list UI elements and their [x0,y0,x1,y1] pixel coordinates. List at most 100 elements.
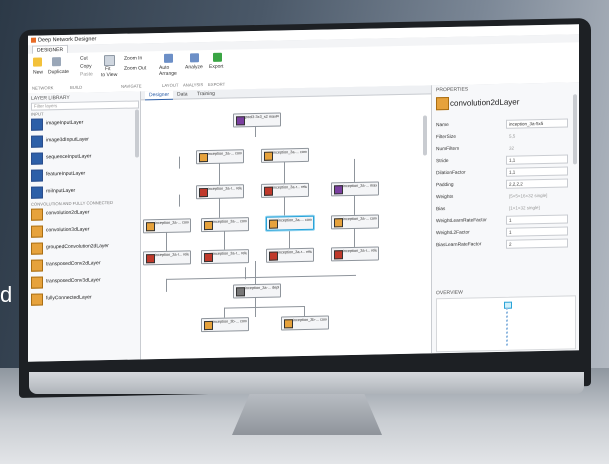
fit-icon[interactable] [104,54,115,67]
layer-item-input-2[interactable]: sequenceInputLayer [31,150,129,165]
conv-layer-icon [436,96,449,111]
duplicate-button[interactable]: Duplicate [48,69,69,75]
monitor-stand [232,393,382,435]
layer-node-icon [236,287,245,297]
property-key: WeightLearnRateFactor [436,218,487,225]
layer-item-label: convolution2dLayer [46,209,90,217]
property-value-field[interactable]: 1 [506,226,568,237]
graph-node-rl1[interactable]: inception_3a-r... reluLayer [143,250,191,266]
layer-node-icon [236,116,245,126]
graph-node-r1[interactable]: inception_3a-r... reluLayer [196,184,244,200]
graph-node-i1[interactable]: inception_3a-... convolution2D... [196,149,244,165]
group-label-analysis: ANALYSIS [183,82,204,88]
property-row: Padding 2,2,2,2 [436,178,568,190]
layer-item-input-4[interactable]: roiInputLayer [31,184,129,199]
property-key: Stride [436,158,449,165]
layer-item-label: featureInputLayer [46,170,86,178]
graph-node-label: inception_3b-... convolution2D... [293,317,327,323]
property-value-field[interactable]: 1,1 [506,154,568,165]
graph-node-i2[interactable]: inception_3a-... convolution2D... [261,147,309,163]
graph-node-label: inception_3a-r... reluLayer [273,184,307,190]
paste-button[interactable]: Paste [80,71,93,77]
graph-edge [219,196,220,218]
graph-node-label: pool3-3x3_s2 maxPooling2D... [245,114,279,120]
export-button[interactable]: Export [209,64,223,70]
layer-library-scrollbar[interactable] [135,109,139,158]
graph-edge [179,156,180,169]
graph-node-b2[interactable]: inception_3b-... convolution2D... [281,315,329,331]
tab-training[interactable]: Training [193,90,219,99]
graph-node-pool[interactable]: pool3-3x3_s2 maxPooling2D... [233,112,281,128]
copy-button[interactable]: Copy [80,63,92,69]
property-value-field[interactable]: inception_3a-5x5 [506,118,568,129]
layer-item-conv-1[interactable]: convolution3dLayer [31,223,129,238]
auto-arrange-button[interactable]: Auto Arrange [159,65,181,77]
graph-node-i3[interactable]: inception_3a-... maxPooling2D... [331,181,379,197]
property-value-field[interactable]: 2,2,2,2 [506,178,568,189]
layer-item-conv-4[interactable]: transposedConv3dLayer [31,274,129,289]
graph-node-r2[interactable]: inception_3a-r... reluLayer [261,182,309,198]
group-label-build: BUILD [70,84,83,90]
layer-item-label: transposedConv2dLayer [46,260,101,268]
graph-node-b1[interactable]: inception_3b-... convolution2D... [201,317,249,333]
layer-icon [31,169,43,182]
zoom-in-button[interactable]: Zoom In [124,55,142,61]
layer-item-input-0[interactable]: imageInputLayer [31,116,129,131]
graph-node-c1[interactable]: inception_3a-... convolution2D... [143,218,191,234]
graph-node-concat[interactable]: inception_3a-... depthConcaten... [233,283,281,299]
properties-scrollbar[interactable] [573,94,577,165]
layer-item-conv-5[interactable]: fullyConnectedLayer [31,291,129,306]
duplicate-icon[interactable] [52,57,61,67]
property-row: FilterSize 5,5 [436,130,568,142]
to-view-label: to View [101,71,118,79]
graph-node-rl3[interactable]: inception_3a-r... reluLayer [266,247,314,263]
tab-designer-canvas[interactable]: Designer [145,90,174,101]
property-value-field[interactable]: 1,1 [506,166,568,177]
layer-icon [31,276,43,289]
group-label-layout: LAYOUT [162,82,179,88]
property-row: WeightLearnRateFactor 1 [436,214,568,226]
layer-item-label: fullyConnectedLayer [46,294,92,302]
zoom-out-button[interactable]: Zoom Out [124,65,146,71]
new-icon[interactable] [33,57,42,67]
layer-item-conv-0[interactable]: convolution2dLayer [31,206,129,221]
graph-node-rl2[interactable]: inception_3a-r... reluLayer [201,249,249,265]
graph-node-label: inception_3a-... convolution2D... [278,217,312,223]
property-key: Name [436,122,449,129]
window-title: Deep Network Designer [38,36,97,44]
cut-button[interactable]: Cut [80,56,88,62]
network-canvas[interactable]: Designer Data Training pool3-3x3_s2 maxP… [141,85,432,360]
layer-item-conv-3[interactable]: transposedConv2dLayer [31,257,129,272]
layer-item-input-1[interactable]: image3dInputLayer [31,133,129,148]
graph-node-rl4[interactable]: inception_3a-r... reluLayer [331,246,379,262]
property-row: NumFilters 32 [436,142,568,154]
property-value-field[interactable]: 1 [506,214,568,225]
graph-node-c4[interactable]: inception_3a-... convolution2D... [331,214,379,230]
graph-edge [166,278,167,292]
filter-layers-input[interactable]: Filter layers [31,100,139,111]
export-check-icon[interactable] [213,52,222,62]
tab-data[interactable]: Data [173,90,192,98]
canvas-scrollbar[interactable] [423,115,427,156]
property-key: DilationFactor [436,170,466,177]
graph-node-c3[interactable]: inception_3a-... convolution2D... [266,215,314,231]
monitor-chin [29,372,584,394]
property-value-field[interactable]: 2 [506,238,568,249]
layer-icon [31,293,43,306]
layer-icon [31,242,43,255]
layer-item-conv-2[interactable]: groupedConvolution2dLayer [31,240,129,255]
overview-minimap[interactable] [436,295,576,353]
layer-item-label: image3dInputLayer [46,136,89,144]
new-button[interactable]: New [33,69,43,75]
analyze-button[interactable]: Analyze [185,64,203,70]
properties-panel: PROPERTIES convolution2dLayer Name incept… [432,82,579,354]
graph-node-label: inception_3a-r... reluLayer [278,249,312,255]
graph-node-c2[interactable]: inception_3a-... convolution2D... [201,217,249,233]
graph-edge [219,161,220,185]
analyze-icon[interactable] [190,53,199,63]
property-row: Weights [5×5×16×32 single] [436,190,568,202]
layer-item-label: imageInputLayer [46,119,84,127]
layer-item-input-3[interactable]: featureInputLayer [31,167,129,182]
property-value-field: [1×1×32 single] [509,205,540,211]
auto-arrange-icon[interactable] [164,53,173,63]
